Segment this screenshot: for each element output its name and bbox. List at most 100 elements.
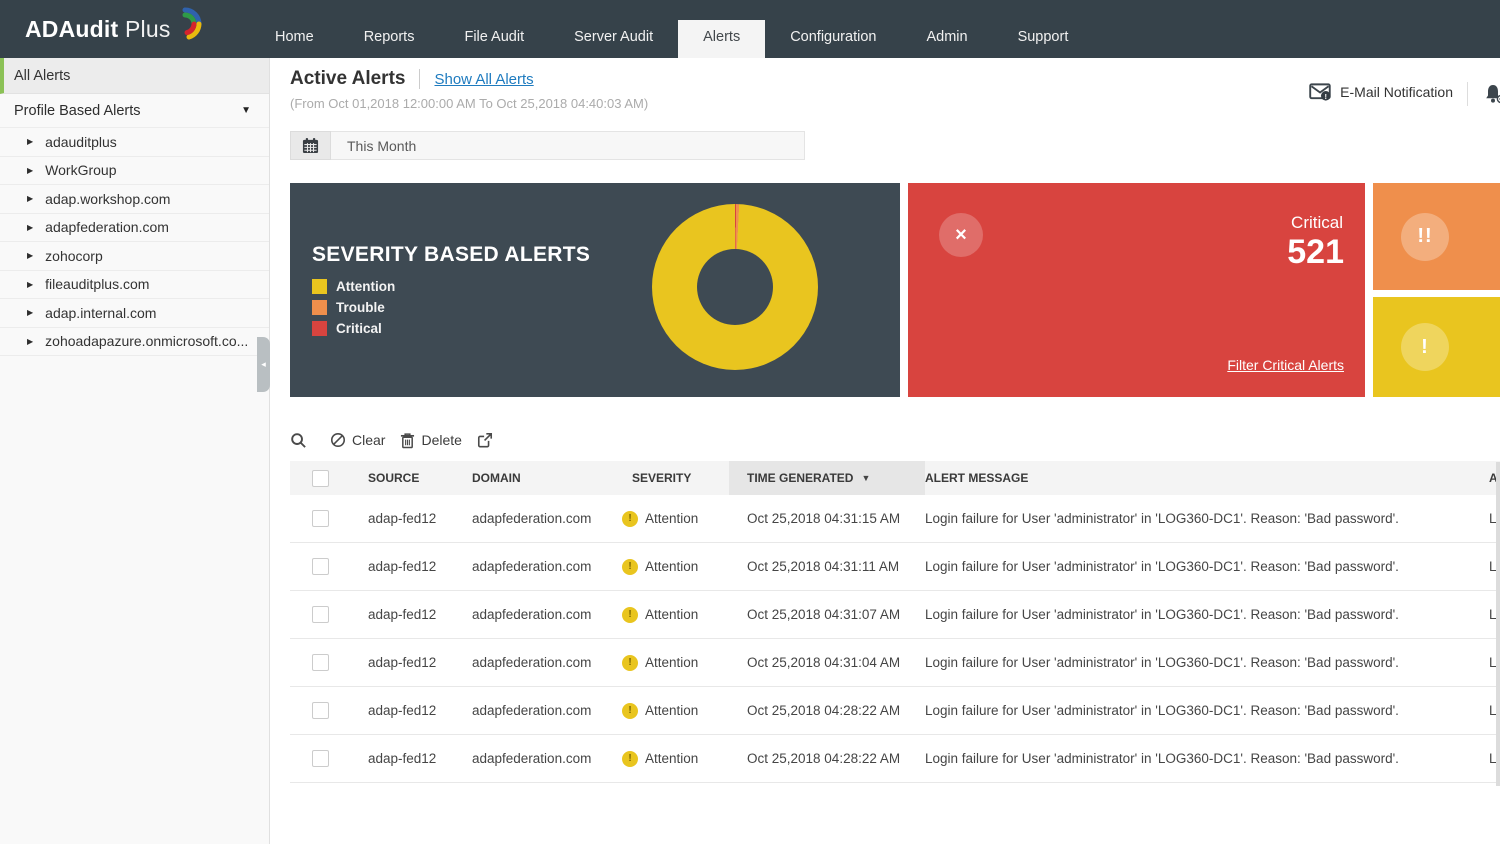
severity-label: Attention [645,559,698,574]
sidebar-group-profile-based-alerts[interactable]: Profile Based Alerts ▼ [0,94,269,128]
cell-severity: ! Attention [614,559,729,575]
chart-title: SEVERITY BASED ALERTS [312,243,590,267]
nav-item-file-audit[interactable]: File Audit [439,20,549,58]
cell-domain: adapfederation.com [454,751,614,766]
page-title: Active Alerts [290,68,405,90]
col-header-alert-message[interactable]: ALERT MESSAGE [925,471,1485,485]
sidebar-item-label: zohoadapazure.onmicrosoft.co... [45,333,248,349]
close-icon[interactable]: × [939,213,983,257]
expand-caret-icon: ▶ [27,308,33,317]
nav-item-support[interactable]: Support [993,20,1094,58]
cell-time: Oct 25,2018 04:31:11 AM [729,559,925,574]
table-row: adap-fed12 adapfederation.com ! Attentio… [290,639,1500,687]
header-separator [1467,82,1468,106]
row-checkbox[interactable] [312,654,329,671]
email-notification-button[interactable]: ! E-Mail Notification [1309,82,1453,102]
sidebar-profile-list: ▶adauditplus▶WorkGroup▶adap.workshop.com… [0,128,269,356]
sidebar: All Alerts Profile Based Alerts ▼ ▶adaud… [0,58,270,844]
nav-item-server-audit[interactable]: Server Audit [549,20,678,58]
legend-swatch [312,300,327,315]
cell-source: adap-fed12 [350,607,454,622]
table-toolbar: Clear Delete [290,427,1500,453]
trash-icon [400,432,415,449]
cell-source: adap-fed12 [350,751,454,766]
date-range-text: (From Oct 01,2018 12:00:00 AM To Oct 25,… [290,96,648,111]
cell-time: Oct 25,2018 04:28:22 AM [729,751,925,766]
table-row: adap-fed12 adapfederation.com ! Attentio… [290,687,1500,735]
bell-icon [1482,82,1500,106]
row-checkbox[interactable] [312,702,329,719]
top-nav-bar: ADAudit Plus HomeReportsFile AuditServer… [0,0,1500,58]
nav-item-configuration[interactable]: Configuration [765,20,901,58]
nav-item-home[interactable]: Home [250,20,339,58]
sidebar-item-label: adauditplus [45,134,117,150]
table-header-row: SOURCE DOMAIN SEVERITY TIME GENERATED ▼ … [290,461,1500,495]
col-header-source[interactable]: SOURCE [350,471,454,485]
critical-card-count: 521 [1287,233,1344,272]
cell-severity: ! Attention [614,607,729,623]
cell-time: Oct 25,2018 04:31:07 AM [729,607,925,622]
cell-source: adap-fed12 [350,703,454,718]
severity-label: Attention [645,751,698,766]
legend-item-attention: Attention [312,279,395,294]
cell-source: adap-fed12 [350,511,454,526]
period-value[interactable]: This Month [331,131,805,160]
app-logo[interactable]: ADAudit Plus [0,0,250,58]
search-button[interactable] [290,432,307,449]
trouble-alerts-card[interactable]: !! [1373,183,1500,290]
select-all-checkbox[interactable] [312,470,329,487]
nav-item-alerts[interactable]: Alerts [678,20,765,58]
show-all-alerts-link[interactable]: Show All Alerts [434,71,533,88]
sidebar-item-all-alerts[interactable]: All Alerts [0,58,269,94]
row-checkbox[interactable] [312,510,329,527]
sidebar-item-adauditplus[interactable]: ▶adauditplus [0,128,269,157]
sidebar-item-adap-internal-com[interactable]: ▶adap.internal.com [0,299,269,328]
sidebar-item-label: adap.workshop.com [45,191,170,207]
legend-label: Critical [336,321,382,336]
cell-domain: adapfederation.com [454,655,614,670]
expand-caret-icon: ▶ [27,280,33,289]
table-scrollbar[interactable] [1496,462,1500,786]
attention-icon: ! [1401,323,1449,371]
sidebar-item-workgroup[interactable]: ▶WorkGroup [0,157,269,186]
attention-alerts-card[interactable]: ! [1373,297,1500,397]
envelope-icon: ! [1309,82,1332,102]
export-button[interactable] [477,432,493,448]
cell-severity: ! Attention [614,655,729,671]
notification-bell-button[interactable] [1482,82,1500,106]
sidebar-item-zohocorp[interactable]: ▶zohocorp [0,242,269,271]
severity-chart-panel: SEVERITY BASED ALERTS Attention Trouble Cr… [290,183,900,397]
table-row: adap-fed12 adapfederation.com ! Attentio… [290,735,1500,783]
sidebar-item-adapfederation-com[interactable]: ▶adapfederation.com [0,214,269,243]
trouble-icon: !! [1401,213,1449,261]
delete-button[interactable]: Delete [400,432,461,449]
row-checkbox[interactable] [312,606,329,623]
cell-message: Login failure for User 'administrator' i… [925,751,1485,766]
nav-item-admin[interactable]: Admin [901,20,992,58]
cell-time: Oct 25,2018 04:31:15 AM [729,511,925,526]
export-icon [477,432,493,448]
nav-item-reports[interactable]: Reports [339,20,440,58]
col-header-severity[interactable]: SEVERITY [614,471,729,485]
attention-severity-icon: ! [622,559,638,575]
sidebar-item-adap-workshop-com[interactable]: ▶adap.workshop.com [0,185,269,214]
expand-caret-icon: ▶ [27,223,33,232]
row-checkbox[interactable] [312,558,329,575]
row-checkbox[interactable] [312,750,329,767]
filter-critical-alerts-link[interactable]: Filter Critical Alerts [1227,357,1344,373]
chart-legend: Attention Trouble Critical [312,279,395,336]
cell-message: Login failure for User 'administrator' i… [925,559,1485,574]
col-header-time-generated[interactable]: TIME GENERATED ▼ [729,461,925,495]
sort-desc-icon: ▼ [861,473,870,483]
col-header-domain[interactable]: DOMAIN [454,471,614,485]
sidebar-item-fileauditplus-com[interactable]: ▶fileauditplus.com [0,271,269,300]
legend-item-trouble: Trouble [312,300,395,315]
attention-severity-icon: ! [622,655,638,671]
cell-message: Login failure for User 'administrator' i… [925,607,1485,622]
calendar-button[interactable] [290,131,331,160]
clear-button[interactable]: Clear [330,432,385,448]
cell-domain: adapfederation.com [454,559,614,574]
sidebar-collapse-handle[interactable] [257,337,270,392]
sidebar-item-zohoadapazure-onmicrosoft-co-[interactable]: ▶ zohoadapazure.onmicrosoft.co... [0,328,269,357]
expand-caret-icon: ▶ [27,337,33,346]
